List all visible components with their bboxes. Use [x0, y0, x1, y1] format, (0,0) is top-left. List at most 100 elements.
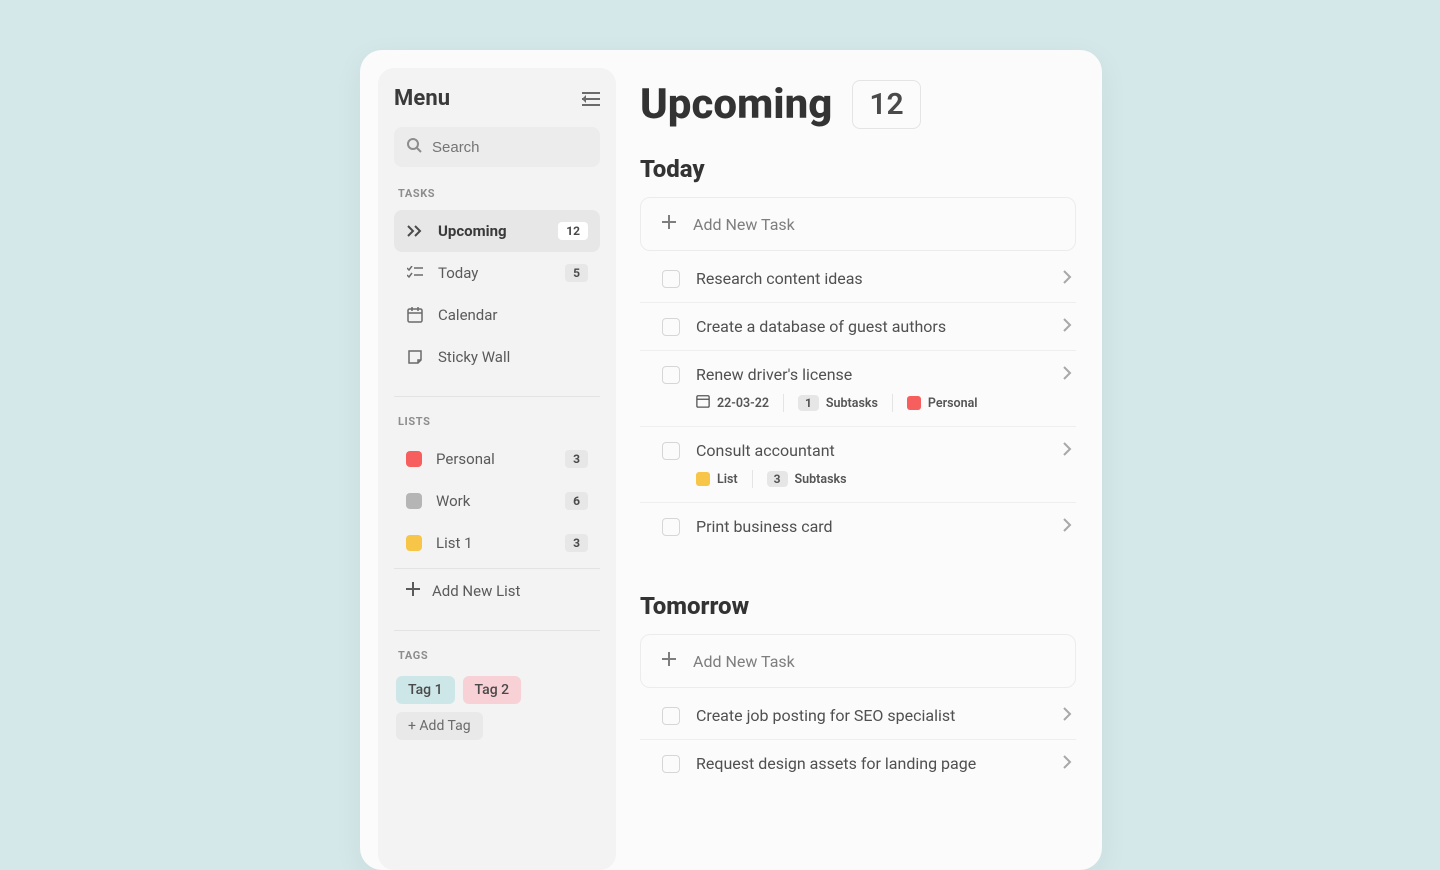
- task-title: Request design assets for landing page: [696, 754, 1046, 773]
- task-title: Print business card: [696, 517, 1046, 536]
- nav-item-calendar[interactable]: Calendar: [394, 294, 600, 336]
- task-title: Create job posting for SEO specialist: [696, 706, 1046, 725]
- add-list-label: Add New List: [432, 582, 520, 600]
- tag-color: [696, 472, 710, 486]
- add-task-button[interactable]: Add New Task: [640, 634, 1076, 688]
- plus-icon: [406, 581, 420, 600]
- chevron-right-icon: [1062, 517, 1072, 536]
- task-list-tomorrow: Create job posting for SEO specialist Re…: [640, 692, 1076, 787]
- nav-item-label: Sticky Wall: [438, 348, 588, 366]
- list-item-label: Work: [436, 492, 551, 510]
- section-heading: Tomorrow: [640, 592, 1076, 620]
- nav-item-count: 5: [565, 264, 588, 282]
- tasks-section-label: TASKS: [398, 187, 596, 200]
- task-subtasks: 3 Subtasks: [767, 471, 847, 487]
- app-card: Menu TASKS Upcoming: [360, 50, 1102, 870]
- collapse-menu-icon[interactable]: [582, 92, 600, 106]
- task-row[interactable]: Create a database of guest authors: [640, 303, 1076, 351]
- task-checkbox[interactable]: [662, 755, 680, 773]
- subtasks-label: Subtasks: [795, 472, 847, 487]
- sticky-note-icon: [406, 348, 424, 366]
- list-color: [406, 451, 422, 467]
- add-task-button[interactable]: Add New Task: [640, 197, 1076, 251]
- task-tag: Personal: [907, 396, 978, 411]
- plus-icon: [661, 214, 677, 234]
- main: Upcoming 12 Today Add New Task Research …: [616, 68, 1082, 870]
- list-item-label: List 1: [436, 534, 551, 552]
- double-chevron-right-icon: [406, 222, 424, 240]
- calendar-icon: [406, 306, 424, 324]
- search-icon: [406, 137, 422, 157]
- list-item-work[interactable]: Work 6: [394, 480, 600, 522]
- task-row[interactable]: Request design assets for landing page: [640, 740, 1076, 787]
- section-tomorrow: Tomorrow Add New Task Create job posting…: [640, 592, 1076, 787]
- tag-label: Personal: [928, 396, 978, 411]
- divider: [394, 630, 600, 631]
- add-list-button[interactable]: Add New List: [394, 568, 600, 612]
- separator: [783, 394, 784, 412]
- sidebar-header: Menu: [394, 86, 600, 111]
- list-item-count: 3: [565, 534, 588, 552]
- nav-item-today[interactable]: Today 5: [394, 252, 600, 294]
- task-row[interactable]: Research content ideas: [640, 255, 1076, 303]
- list-item-label: Personal: [436, 450, 551, 468]
- task-row[interactable]: Print business card: [640, 503, 1076, 550]
- chevron-right-icon: [1062, 754, 1072, 773]
- add-tag-button[interactable]: + Add Tag: [396, 712, 483, 740]
- task-tag: List: [696, 472, 738, 487]
- task-date: 22-03-22: [696, 394, 769, 412]
- nav-item-label: Today: [438, 264, 551, 282]
- task-date-text: 22-03-22: [717, 396, 769, 411]
- task-subtasks: 1 Subtasks: [798, 395, 878, 411]
- tasks-nav: Upcoming 12 Today 5 Calendar St: [394, 210, 600, 378]
- chevron-right-icon: [1062, 441, 1072, 460]
- tags-section-label: TAGS: [398, 649, 596, 662]
- nav-item-sticky-wall[interactable]: Sticky Wall: [394, 336, 600, 378]
- task-title: Renew driver's license: [696, 365, 1046, 384]
- task-checkbox[interactable]: [662, 318, 680, 336]
- task-row[interactable]: Renew driver's license 22-03-22 1 Subtas…: [640, 351, 1076, 427]
- task-row[interactable]: Create job posting for SEO specialist: [640, 692, 1076, 740]
- nav-item-label: Upcoming: [438, 222, 544, 240]
- subtasks-count: 3: [767, 471, 788, 487]
- section-today: Today Add New Task Research content idea…: [640, 155, 1076, 550]
- task-list-today: Research content ideas Create a database…: [640, 255, 1076, 550]
- subtasks-count: 1: [798, 395, 819, 411]
- subtasks-label: Subtasks: [826, 396, 878, 411]
- task-checkbox[interactable]: [662, 518, 680, 536]
- task-title: Create a database of guest authors: [696, 317, 1046, 336]
- checklist-icon: [406, 264, 424, 282]
- task-checkbox[interactable]: [662, 707, 680, 725]
- sidebar: Menu TASKS Upcoming: [378, 68, 616, 870]
- section-heading: Today: [640, 155, 1076, 183]
- task-checkbox[interactable]: [662, 366, 680, 384]
- sidebar-title: Menu: [394, 86, 450, 111]
- tag-pill-2[interactable]: Tag 2: [463, 676, 522, 704]
- chevron-right-icon: [1062, 365, 1072, 384]
- task-meta: 22-03-22 1 Subtasks Personal: [662, 394, 1072, 412]
- chevron-right-icon: [1062, 317, 1072, 336]
- divider: [394, 396, 600, 397]
- list-item-count: 6: [565, 492, 588, 510]
- list-item-count: 3: [565, 450, 588, 468]
- task-checkbox[interactable]: [662, 442, 680, 460]
- plus-icon: [661, 651, 677, 671]
- tags-row: Tag 1 Tag 2 + Add Tag: [394, 672, 600, 744]
- tag-label: List: [717, 472, 738, 487]
- chevron-right-icon: [1062, 706, 1072, 725]
- page-header: Upcoming 12: [640, 80, 1076, 129]
- list-item-personal[interactable]: Personal 3: [394, 438, 600, 480]
- separator: [892, 394, 893, 412]
- task-row[interactable]: Consult accountant List 3 Subtasks: [640, 427, 1076, 503]
- nav-item-upcoming[interactable]: Upcoming 12: [394, 210, 600, 252]
- separator: [752, 470, 753, 488]
- list-color: [406, 535, 422, 551]
- task-title: Research content ideas: [696, 269, 1046, 288]
- list-item-list1[interactable]: List 1 3: [394, 522, 600, 564]
- task-checkbox[interactable]: [662, 270, 680, 288]
- tag-pill-1[interactable]: Tag 1: [396, 676, 455, 704]
- search-input[interactable]: [432, 139, 588, 156]
- nav-item-label: Calendar: [438, 306, 588, 324]
- tag-color: [907, 396, 921, 410]
- search-box[interactable]: [394, 127, 600, 167]
